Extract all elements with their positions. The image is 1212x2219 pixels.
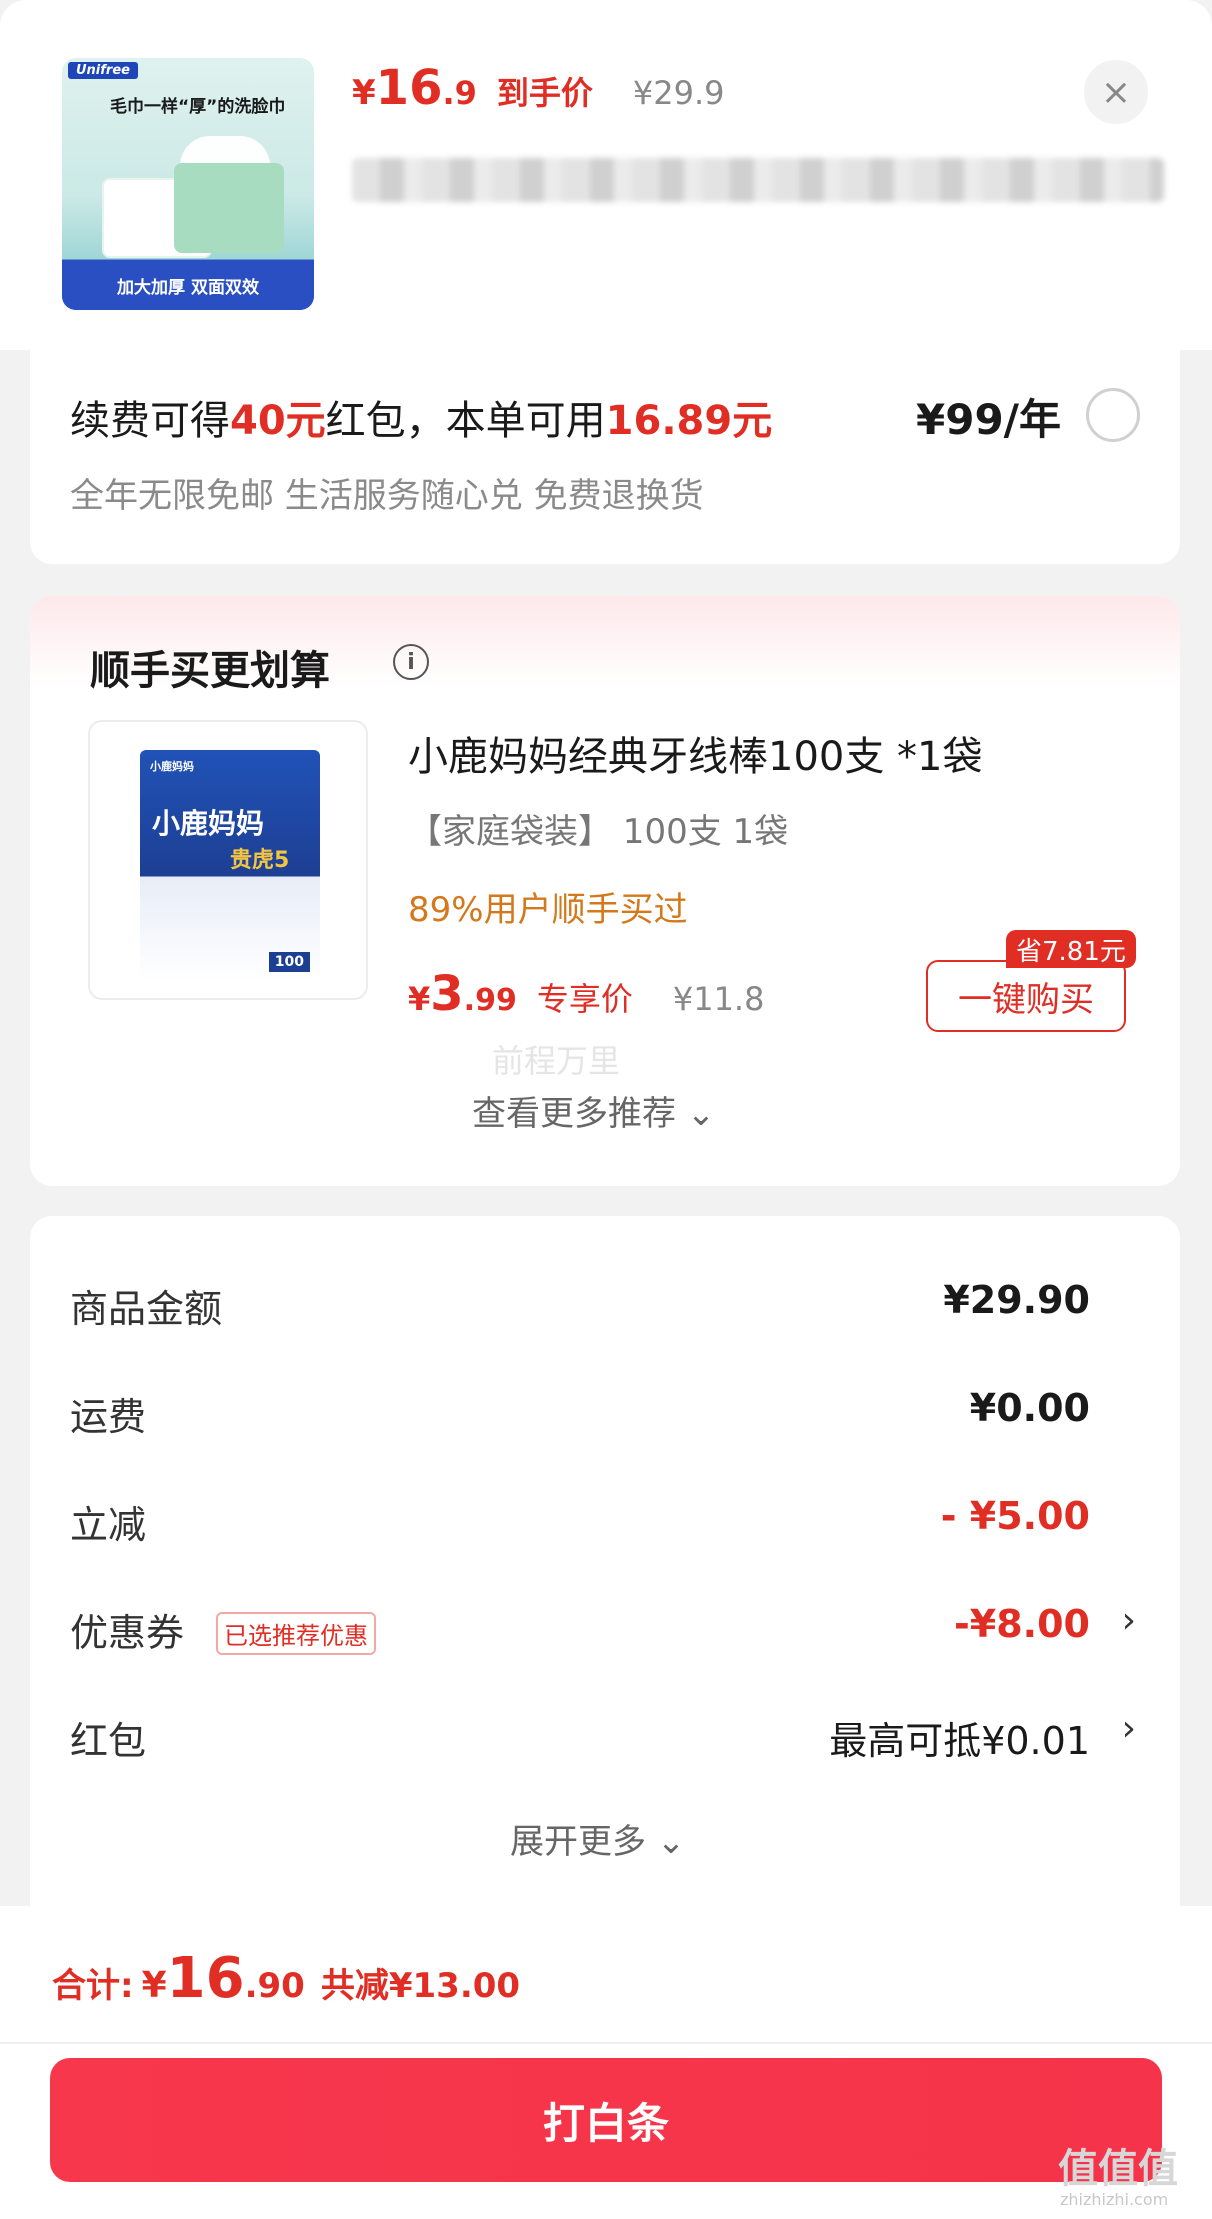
recommend-card: 顺手买更划算 i 小鹿妈妈 小鹿妈妈 贵虎5 100 小鹿妈妈经典牙线棒100支…	[30, 596, 1180, 1186]
bag-brand: 小鹿妈妈	[150, 760, 194, 773]
membership-card[interactable]: 续费可得40元红包，本单可用16.89元 全年无限免邮 生活服务随心兑 免费退换…	[30, 348, 1180, 564]
close-button[interactable]: ×	[1084, 60, 1148, 124]
price-integer: 16	[375, 60, 443, 116]
recommend-purchase-stat: 89%用户顺手买过	[408, 890, 688, 930]
row-value-coupon[interactable]: -¥8.00	[954, 1602, 1090, 1646]
membership-radio[interactable]	[1086, 388, 1140, 442]
membership-offer: 续费可得40元红包，本单可用16.89元	[70, 388, 772, 446]
total-symbol: ¥	[141, 1965, 167, 2006]
blurred-product-title	[352, 158, 1164, 202]
recommend-price: ¥ 3 .99 专享价 ¥11.8	[408, 966, 764, 1022]
row-label-discount: 立减	[70, 1503, 147, 1547]
offer-usable: 16.89元	[605, 398, 773, 444]
row-label-redpacket: 红包	[70, 1719, 147, 1763]
watermark-text: 前程万里	[492, 1042, 621, 1080]
total-saved: 共减¥13.00	[320, 1966, 521, 2006]
original-price: ¥11.8	[672, 980, 765, 1018]
total-decimal: .90	[244, 1966, 305, 2006]
price-integer: 3	[430, 966, 464, 1022]
coupon-recommend-tag: 已选推荐优惠	[216, 1612, 376, 1655]
row-label-shipping: 运费	[70, 1395, 147, 1439]
save-badge: 省7.81元	[1006, 930, 1136, 968]
divider	[0, 2042, 1212, 2044]
close-icon: ×	[1100, 71, 1132, 113]
chevron-right-icon[interactable]: ›	[1122, 1600, 1136, 1641]
row-value-goods: ¥29.90	[943, 1278, 1090, 1322]
pay-button[interactable]: 打白条	[50, 2058, 1162, 2182]
total-label: 合计:	[52, 1966, 134, 2006]
floss-bag-graphic: 小鹿妈妈 小鹿妈妈 贵虎5 100	[140, 750, 320, 980]
row-value-redpacket[interactable]: 最高可抵¥0.01	[829, 1710, 1090, 1765]
checkout-bar: 合计: ¥ 16 .90 共减¥13.00 打白条	[0, 1906, 1212, 2219]
product-header: Unifree 毛巾一样“厚”的洗脸巾 加大加厚 双面双效 ¥ 16 .9 到手…	[0, 0, 1212, 350]
row-label-goods: 商品金额	[70, 1287, 223, 1331]
pack-graphic-green	[174, 163, 284, 253]
order-summary: 商品金额 ¥29.90 运费 ¥0.00 立减 - ¥5.00 优惠券 已选推荐…	[30, 1216, 1180, 1916]
bag-name: 小鹿妈妈	[152, 807, 265, 840]
original-price: ¥29.9	[632, 74, 725, 112]
row-label-coupon: 优惠券	[70, 1611, 185, 1655]
info-icon[interactable]: i	[393, 644, 429, 680]
bag-series: 贵虎5	[230, 848, 290, 873]
bag-count: 100	[268, 952, 310, 972]
price-tag: 专享价	[536, 980, 633, 1018]
price-decimal: .9	[442, 74, 477, 112]
thumb-brand-logo: Unifree	[68, 62, 138, 79]
final-price: ¥ 16 .9 到手价 ¥29.9	[352, 60, 725, 116]
price-symbol: ¥	[408, 980, 431, 1018]
offer-bonus: 40元	[230, 398, 326, 444]
more-recommend-link[interactable]: 查看更多推荐 ⌄	[472, 1086, 715, 1135]
row-value-discount: - ¥5.00	[940, 1494, 1090, 1538]
site-watermark-logo: 值值值	[1058, 2146, 1178, 2192]
recommend-product-spec: 【家庭袋装】 100支 1袋	[408, 812, 789, 852]
row-value-shipping: ¥0.00	[969, 1386, 1090, 1430]
chevron-right-icon[interactable]: ›	[1122, 1708, 1136, 1749]
total-integer: 16	[166, 1946, 245, 2011]
site-watermark-url: zhizhizhi.com	[1060, 2190, 1169, 2209]
one-click-buy-button[interactable]: 一键购买	[926, 960, 1126, 1032]
recommend-title: 顺手买更划算	[90, 648, 330, 694]
price-decimal: .99	[463, 983, 517, 1018]
total-amount: 合计: ¥ 16 .90 共减¥13.00	[52, 1946, 520, 2011]
membership-benefits: 全年无限免邮 生活服务随心兑 免费退换货	[70, 476, 704, 516]
offer-text: 续费可得	[70, 398, 230, 444]
price-tag: 到手价	[496, 74, 593, 112]
offer-text: 红包，本单可用	[325, 398, 606, 444]
thumb-banner: 加大加厚 双面双效	[62, 260, 314, 310]
price-symbol: ¥	[352, 73, 376, 113]
thumb-slogan: 毛巾一样“厚”的洗脸巾	[110, 97, 286, 117]
membership-price: ¥99/年	[916, 395, 1062, 444]
recommend-product-image[interactable]: 小鹿妈妈 小鹿妈妈 贵虎5 100	[88, 720, 368, 1000]
expand-more-link[interactable]: 展开更多 ⌄	[510, 1814, 685, 1863]
recommend-product-name[interactable]: 小鹿妈妈经典牙线棒100支 *1袋	[408, 724, 983, 782]
product-thumbnail[interactable]: Unifree 毛巾一样“厚”的洗脸巾 加大加厚 双面双效	[62, 58, 314, 310]
